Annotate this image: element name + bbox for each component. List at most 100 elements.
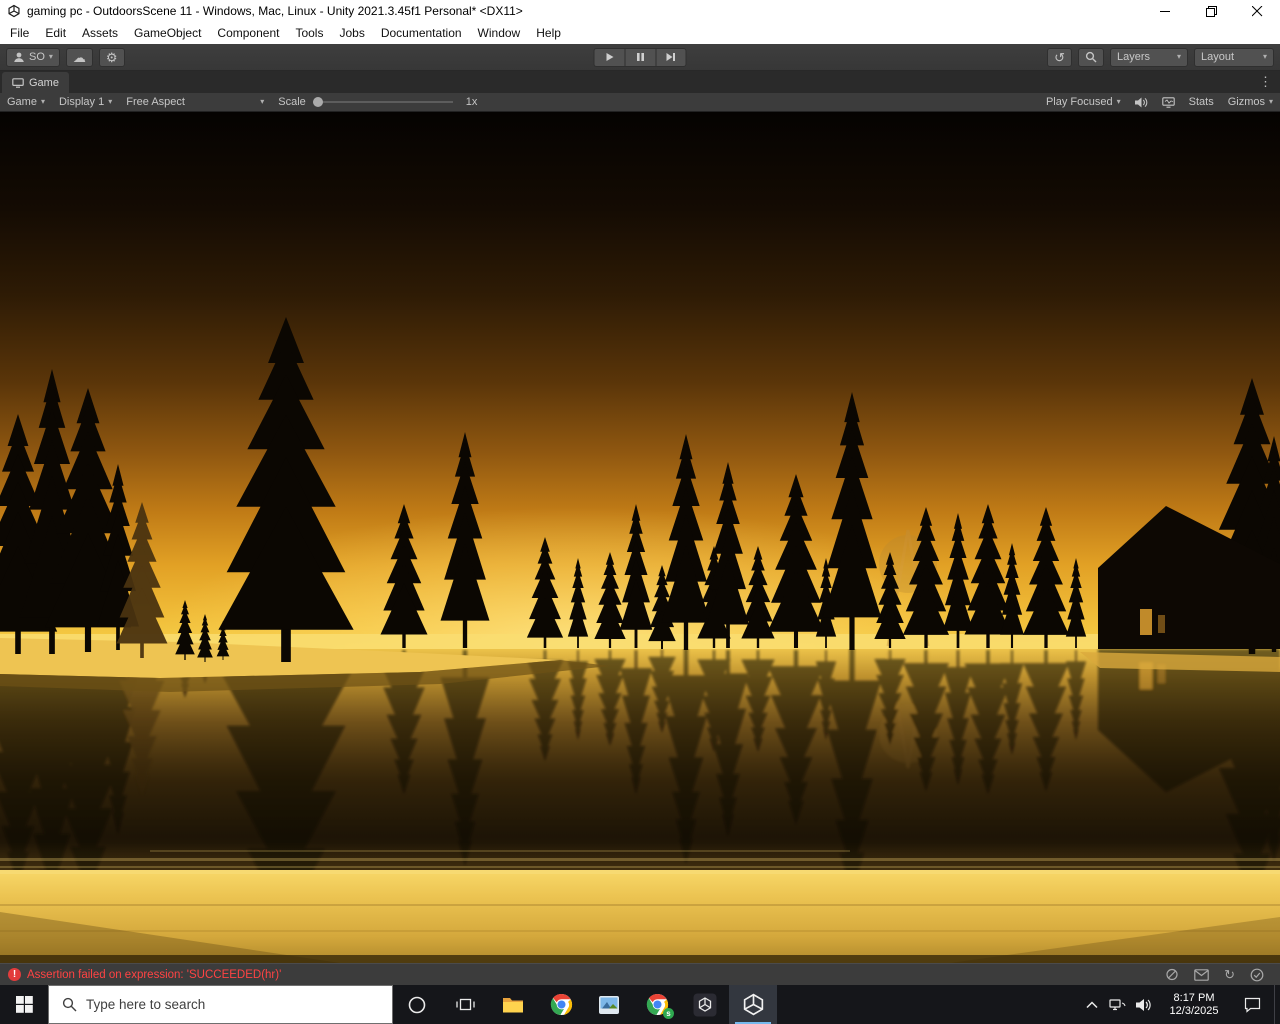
scale-slider-track[interactable] (312, 97, 453, 107)
menu-item-tools[interactable]: Tools (287, 22, 331, 44)
menu-item-assets[interactable]: Assets (74, 22, 126, 44)
toolbar-right-group: ↺ Layers ▾ Layout ▾ (1047, 47, 1274, 67)
unity-editor-taskbar-button[interactable] (729, 985, 777, 1024)
chrome-profile-badge: s (663, 1008, 674, 1019)
restore-button[interactable] (1188, 0, 1234, 22)
play-focused-label: Play Focused (1045, 96, 1113, 108)
status-refresh-icon[interactable]: ↻ (1224, 968, 1235, 981)
file-explorer-button[interactable] (489, 985, 537, 1024)
action-center-button[interactable] (1230, 985, 1274, 1024)
chevron-up-icon (1086, 1000, 1098, 1008)
start-button[interactable] (0, 985, 48, 1024)
minimize-button[interactable] (1142, 0, 1188, 22)
chevron-down-icon: ▾ (108, 97, 113, 106)
clock-date: 12/3/2025 (1169, 1004, 1219, 1017)
layout-dropdown[interactable]: Layout ▾ (1194, 47, 1274, 67)
person-icon (14, 52, 24, 62)
menu-item-component[interactable]: Component (209, 22, 287, 44)
toolbar-left-group: SO ▾ ☁ ⚙ (6, 47, 125, 67)
menu-item-window[interactable]: Window (470, 22, 529, 44)
undo-history-button[interactable]: ↺ (1047, 47, 1072, 67)
window-title: gaming pc - OutdoorsScene 11 - Windows, … (27, 4, 523, 18)
chrome-button[interactable] (537, 985, 585, 1024)
cloud-services-button[interactable]: ☁ (65, 47, 93, 67)
chrome-secondary-button[interactable]: s (633, 985, 681, 1024)
tab-game[interactable]: Game (2, 72, 69, 93)
chevron-down-icon: ▾ (40, 97, 45, 106)
view-tab-row: Game ⋮ (0, 71, 1280, 93)
play-focused-dropdown[interactable]: Play Focused ▾ (1039, 96, 1128, 108)
account-label: SO (29, 51, 45, 63)
unity-hub-button[interactable] (681, 985, 729, 1024)
menu-item-help[interactable]: Help (528, 22, 569, 44)
scale-label: Scale (278, 96, 306, 108)
aspect-ratio-dropdown[interactable]: Free Aspect ▾ (119, 93, 271, 111)
status-message-icon[interactable] (1194, 968, 1209, 981)
status-activity-icon[interactable] (1165, 968, 1179, 981)
scale-value: 1x (465, 96, 478, 108)
chevron-down-icon: ▾ (260, 97, 265, 106)
menu-item-gameobject[interactable]: GameObject (126, 22, 209, 44)
speaker-icon (1136, 998, 1151, 1011)
chevron-down-icon: ▾ (1268, 97, 1273, 106)
vsync-toggle[interactable] (1155, 96, 1182, 108)
mute-audio-toggle[interactable] (1128, 97, 1155, 108)
play-button[interactable] (593, 47, 625, 67)
menu-item-documentation[interactable]: Documentation (373, 22, 470, 44)
step-button[interactable] (655, 47, 687, 67)
account-dropdown[interactable]: SO ▾ (6, 47, 60, 67)
stats-label: Stats (1188, 96, 1214, 108)
layers-dropdown[interactable]: Layers ▾ (1110, 47, 1188, 67)
menu-item-jobs[interactable]: Jobs (331, 22, 372, 44)
taskbar-clock[interactable]: 8:17 PM 12/3/2025 (1158, 985, 1230, 1024)
menu-item-edit[interactable]: Edit (37, 22, 74, 44)
close-button[interactable] (1234, 0, 1280, 22)
display-target-dropdown[interactable]: Game ▾ (0, 93, 52, 111)
bottom-shadow (0, 955, 1280, 963)
game-viewport[interactable] (0, 112, 1280, 963)
chevron-down-icon: ▾ (1262, 52, 1267, 61)
task-view-button[interactable] (441, 985, 489, 1024)
search-icon (1085, 51, 1097, 63)
layout-label: Layout (1201, 51, 1235, 63)
clock-time: 8:17 PM (1173, 991, 1215, 1004)
gizmos-dropdown[interactable]: Gizmos ▾ (1221, 96, 1280, 108)
chrome-icon (550, 993, 572, 1016)
chevron-down-icon: ▾ (1176, 52, 1181, 61)
settings-button[interactable]: ⚙ (98, 47, 125, 67)
taskbar-search[interactable] (48, 985, 393, 1024)
stats-button[interactable]: Stats (1182, 96, 1221, 108)
cortana-button[interactable] (393, 985, 441, 1024)
search-button[interactable] (1078, 47, 1104, 67)
cloud-icon: ☁ (72, 49, 86, 65)
image-app-button[interactable] (585, 985, 633, 1024)
display-dropdown[interactable]: Display 1 ▾ (52, 93, 119, 111)
speaker-icon (1134, 97, 1147, 107)
network-tray-button[interactable] (1104, 985, 1130, 1024)
volume-tray-button[interactable] (1130, 985, 1158, 1024)
unity-hub-icon (693, 993, 717, 1016)
image-app-icon (599, 995, 619, 1014)
windows-taskbar: s (0, 985, 1280, 1024)
windows-logo-icon (15, 996, 33, 1013)
network-icon (1108, 999, 1126, 1011)
show-desktop-button[interactable] (1274, 985, 1280, 1024)
window-controls (1142, 0, 1280, 22)
search-input[interactable] (86, 997, 356, 1012)
hidden-icons-button[interactable] (1080, 985, 1104, 1024)
menu-bar: File Edit Assets GameObject Component Tools Jo… (0, 22, 1280, 44)
status-ok-icon[interactable] (1250, 968, 1264, 982)
tab-game-label: Game (29, 76, 59, 89)
scale-slider[interactable]: Scale 1x (271, 93, 484, 111)
pause-button[interactable] (624, 47, 656, 67)
display-label: Display 1 (58, 96, 105, 108)
game-toolbar-right: Play Focused ▾ Stats Gizmos ▾ (1039, 96, 1280, 108)
file-explorer-icon (503, 998, 523, 1013)
menu-item-file[interactable]: File (2, 22, 37, 44)
scale-slider-knob[interactable] (312, 97, 323, 107)
status-error-text[interactable]: Assertion failed on expression: 'SUCCEED… (27, 969, 281, 981)
play-icon (606, 53, 614, 61)
gizmos-label: Gizmos (1227, 96, 1265, 108)
editor-status-bar[interactable]: ! Assertion failed on expression: 'SUCCE… (0, 963, 1280, 985)
tab-options-menu[interactable]: ⋮ (1259, 74, 1272, 90)
